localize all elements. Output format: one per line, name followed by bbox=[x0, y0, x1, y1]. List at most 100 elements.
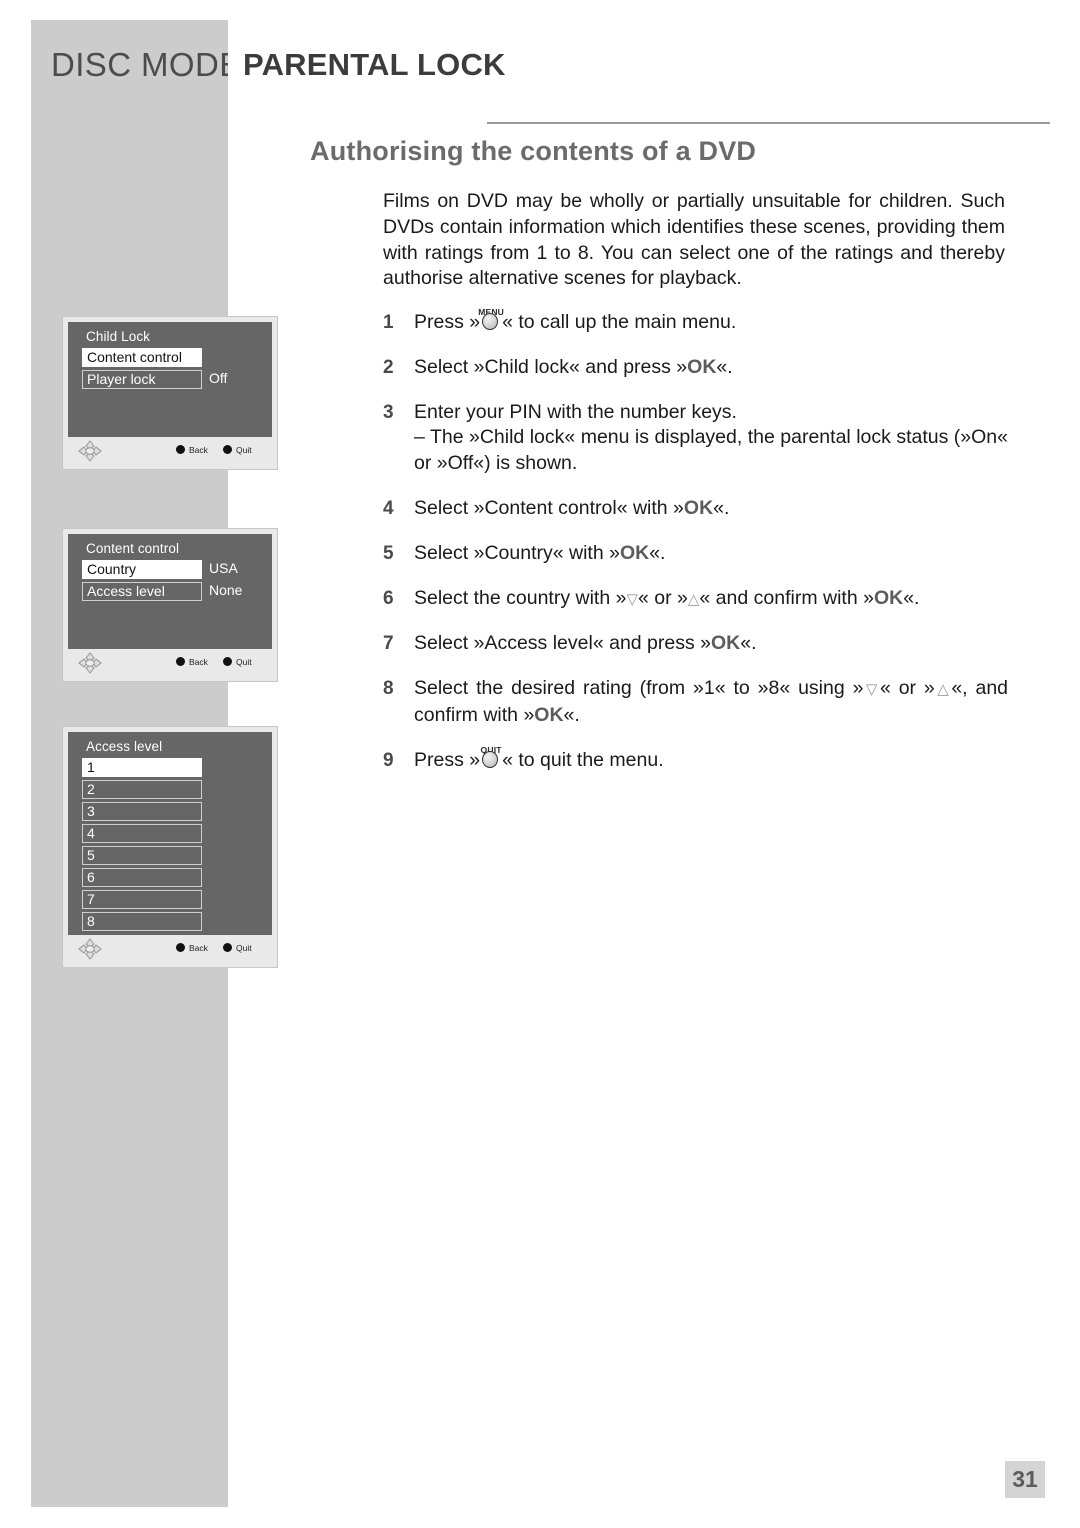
osd-item-label[interactable]: Player lock bbox=[82, 370, 202, 389]
back-dot-icon bbox=[176, 943, 185, 952]
osd-screen: Content control Country USA Access level… bbox=[68, 534, 272, 649]
osd-row[interactable]: 7 bbox=[82, 890, 272, 910]
osd-back-button[interactable]: Back bbox=[176, 657, 208, 667]
osd-title: Access level bbox=[86, 739, 163, 754]
dpad-icon bbox=[78, 652, 102, 674]
dpad-icon bbox=[78, 440, 102, 462]
step-number: 5 bbox=[383, 542, 394, 564]
osd-row[interactable]: 3 bbox=[82, 802, 272, 822]
ok-key-label: OK bbox=[683, 496, 714, 519]
osd-item-label[interactable]: 2 bbox=[82, 780, 202, 799]
step-text-post: « to call up the main menu. bbox=[502, 311, 737, 333]
step-number: 6 bbox=[383, 587, 394, 609]
step-text-post: «. bbox=[740, 632, 757, 655]
step-text-pre: Select the desired rating (from »1« to »… bbox=[414, 677, 864, 700]
osd-back-button[interactable]: Back bbox=[176, 943, 208, 953]
osd-quit-label: Quit bbox=[236, 943, 252, 953]
step-text-mid: « or » bbox=[879, 677, 935, 700]
step-text-post: «. bbox=[563, 703, 580, 726]
osd-item-label[interactable]: 8 bbox=[82, 912, 202, 931]
mode-label: DISC MODE bbox=[51, 46, 228, 83]
back-dot-icon bbox=[176, 445, 185, 454]
osd-title: Content control bbox=[86, 541, 180, 556]
osd-row[interactable]: 2 bbox=[82, 780, 272, 800]
quit-dot-icon bbox=[223, 657, 232, 666]
osd-item-label[interactable]: Content control bbox=[82, 348, 202, 367]
step-text-post: «. bbox=[713, 496, 730, 519]
intro-paragraph: Films on DVD may be wholly or partially … bbox=[383, 190, 1005, 290]
ok-key-label: OK bbox=[711, 632, 741, 655]
osd-quit-label: Quit bbox=[236, 657, 252, 667]
screenshot-child-lock: Child Lock Content control Player lock O… bbox=[62, 316, 278, 470]
osd-item-label[interactable]: Access level bbox=[82, 582, 202, 601]
step-7: 7 Select »Access level« and press »OK«. bbox=[383, 631, 1008, 657]
step-text-pre: Press » bbox=[414, 748, 481, 771]
step-text-pre: Select »Child lock« and press » bbox=[414, 355, 688, 378]
osd-item-label[interactable]: 3 bbox=[82, 802, 202, 821]
arrow-down-icon: ▽ bbox=[626, 590, 638, 608]
quit-dot-icon bbox=[223, 943, 232, 952]
step-text-mid: « or » bbox=[638, 586, 688, 609]
osd-quit-label: Quit bbox=[236, 445, 252, 455]
dpad-icon bbox=[78, 938, 102, 960]
osd-row[interactable]: Content control bbox=[82, 348, 272, 368]
osd-quit-button[interactable]: Quit bbox=[223, 943, 252, 953]
osd-item-value: USA bbox=[209, 560, 238, 576]
osd-row[interactable]: Player lock Off bbox=[82, 370, 272, 390]
step-text-mid2: « and confirm with » bbox=[699, 586, 874, 609]
osd-back-button[interactable]: Back bbox=[176, 445, 208, 455]
step-3: 3 Enter your PIN with the number keys. –… bbox=[383, 400, 1008, 477]
step-1: 1 Press » MENU « to call up the main menu. bbox=[383, 307, 1008, 336]
osd-item-label[interactable]: 1 bbox=[82, 758, 202, 777]
menu-button-circle bbox=[482, 313, 499, 330]
step-number: 2 bbox=[383, 356, 394, 378]
step-text-pre: Press » bbox=[414, 311, 481, 333]
ok-key-label: OK bbox=[873, 586, 904, 609]
quit-dot-icon bbox=[223, 445, 232, 454]
ok-key-label: OK bbox=[687, 355, 717, 378]
osd-row[interactable]: Access level None bbox=[82, 582, 272, 602]
step-text-line2: – The »Child lock« menu is displayed, th… bbox=[414, 426, 1008, 475]
osd-screen: Child Lock Content control Player lock O… bbox=[68, 322, 272, 437]
osd-item-value: Off bbox=[209, 370, 228, 386]
step-number: 9 bbox=[383, 749, 394, 771]
step-number: 4 bbox=[383, 497, 394, 519]
step-number: 3 bbox=[383, 401, 394, 423]
step-number: 7 bbox=[383, 633, 394, 655]
osd-item-label[interactable]: 5 bbox=[82, 846, 202, 865]
osd-row[interactable]: 4 bbox=[82, 824, 272, 844]
back-dot-icon bbox=[176, 657, 185, 666]
step-number: 8 bbox=[383, 678, 394, 700]
step-text-pre: Select »Country« with » bbox=[414, 541, 620, 564]
osd-row[interactable]: Country USA bbox=[82, 560, 272, 580]
osd-row[interactable]: 8 bbox=[82, 912, 272, 932]
step-text-line1: Enter your PIN with the number keys. bbox=[414, 400, 737, 423]
quit-button-icon[interactable]: QUIT bbox=[481, 745, 501, 770]
step-text-post: « to quit the menu. bbox=[502, 748, 664, 771]
step-4: 4 Select »Content control« with »OK«. bbox=[383, 496, 1008, 522]
osd-item-label[interactable]: 4 bbox=[82, 824, 202, 843]
osd-row[interactable]: 5 bbox=[82, 846, 272, 866]
section-title: Authorising the contents of a DVD bbox=[310, 136, 757, 166]
osd-back-label: Back bbox=[189, 943, 208, 953]
step-text-post: «. bbox=[716, 355, 733, 378]
step-text-post: «. bbox=[649, 541, 666, 564]
osd-quit-button[interactable]: Quit bbox=[223, 445, 252, 455]
osd-back-label: Back bbox=[189, 445, 208, 455]
osd-quit-button[interactable]: Quit bbox=[223, 657, 252, 667]
step-5: 5 Select »Country« with »OK«. bbox=[383, 541, 1008, 567]
osd-item-label[interactable]: Country bbox=[82, 560, 202, 579]
screenshot-access-level: Access level 1 2 3 4 5 6 7 8 ▼ bbox=[62, 726, 278, 968]
osd-item-label[interactable]: 7 bbox=[82, 890, 202, 909]
header-rule bbox=[487, 122, 1050, 124]
osd-footer: Back Quit bbox=[68, 649, 272, 677]
osd-back-label: Back bbox=[189, 657, 208, 667]
osd-item-value: None bbox=[209, 582, 243, 598]
osd-row[interactable]: 6 bbox=[82, 868, 272, 888]
osd-row[interactable]: 1 bbox=[82, 758, 272, 778]
page-header: DISC MODE PARENTAL LOCK bbox=[0, 44, 1080, 124]
page-number: 31 bbox=[1005, 1461, 1045, 1498]
menu-button-icon[interactable]: MENU bbox=[478, 307, 504, 332]
osd-item-label[interactable]: 6 bbox=[82, 868, 202, 887]
ok-key-label: OK bbox=[534, 703, 564, 726]
